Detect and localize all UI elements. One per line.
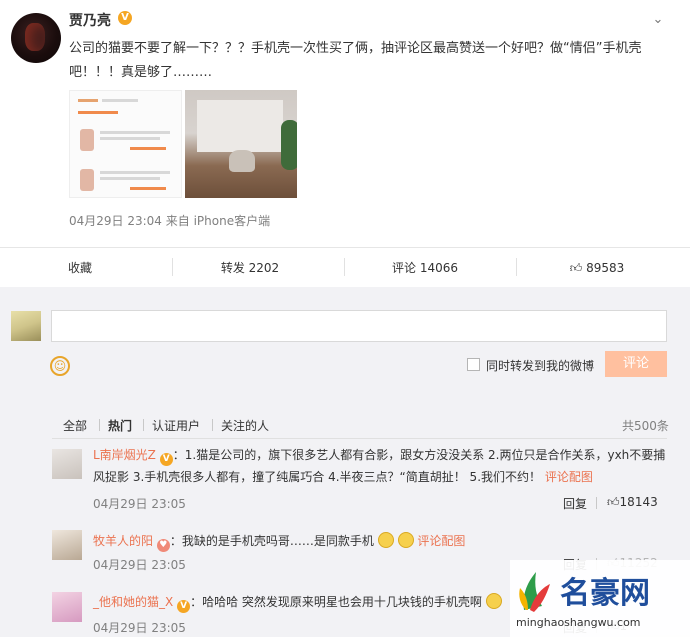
tab-following[interactable]: 关注的人 xyxy=(221,417,269,434)
author-name[interactable]: 贾乃亮 xyxy=(69,10,111,30)
divider xyxy=(99,419,100,431)
avatar[interactable] xyxy=(52,449,82,479)
watermark-url: minghaoshangwu.com xyxy=(516,616,641,629)
comment-text: ：哈哈哈 突然发现原来明星也会用十几块钱的手机壳啊 xyxy=(190,595,482,609)
divider xyxy=(143,419,144,431)
heart-badge-icon: ♥ xyxy=(156,539,170,552)
post-text: 公司的猫要不要了解一下？？？手机壳一次性买了俩，抽评论区最高赞送一个好吧？做“情… xyxy=(69,41,642,80)
comment-count: 共500条 xyxy=(622,419,669,433)
list-item: 牧羊人的阳 ♥ ：我缺的是手机壳吗哥……是同款手机 评论配图 xyxy=(93,530,683,552)
verified-badge-icon: V xyxy=(159,453,173,466)
verified-badge-icon: V xyxy=(118,11,132,25)
like-button[interactable]: 👍︎ 89583 xyxy=(562,256,632,280)
comment-text: ：我缺的是手机壳吗哥……是同款手机 xyxy=(169,534,374,548)
comment-timestamp: 04月29日 23:05 xyxy=(93,621,186,635)
submit-comment-button[interactable]: 评论 xyxy=(605,351,667,377)
divider xyxy=(344,258,345,276)
comment-image-link[interactable]: 评论配图 xyxy=(545,470,593,484)
laugh-emoji-icon xyxy=(485,593,502,609)
collect-button[interactable]: 收藏 xyxy=(40,256,120,280)
comment-like-button[interactable]: 👍︎18143 xyxy=(607,495,658,510)
verified-badge-icon: V xyxy=(177,600,191,613)
avatar[interactable] xyxy=(52,592,82,622)
divider xyxy=(52,438,667,439)
author-avatar[interactable] xyxy=(11,13,61,63)
post-timestamp: 04月29日 23:04 来自 iPhone客户端 xyxy=(69,214,271,228)
comment-timestamp: 04月29日 23:05 xyxy=(93,497,186,511)
comment-text: 风捉影 3.手机壳很多人都有，撞了纯属巧合 4.半夜三点？“简直胡扯！ 5.我们… xyxy=(93,470,542,484)
chevron-down-icon[interactable]: ⌄ xyxy=(650,12,666,28)
like-count: 18143 xyxy=(619,495,658,509)
comment-username[interactable]: L南岸烟光Z xyxy=(93,448,156,462)
repost-checkbox[interactable] xyxy=(467,358,480,371)
reply-button[interactable]: 回复 xyxy=(563,495,587,512)
repost-label: 同时转发到我的微博 xyxy=(486,359,595,373)
my-avatar xyxy=(11,311,41,341)
divider xyxy=(172,258,173,276)
comment-input[interactable] xyxy=(51,310,667,342)
comment-button[interactable]: 评论 14066 xyxy=(380,256,470,280)
site-watermark: 名豪网 minghaoshangwu.com xyxy=(510,560,690,637)
like-count: 89583 xyxy=(586,261,625,275)
divider xyxy=(0,247,690,248)
leaf-logo-icon xyxy=(519,572,550,612)
tab-all[interactable]: 全部 xyxy=(63,417,87,434)
post-image-cat[interactable] xyxy=(185,90,297,198)
watermark-title: 名豪网 xyxy=(560,576,650,611)
thumbs-up-icon: 👍︎ xyxy=(607,495,620,509)
thumbs-up-icon: 👍︎ xyxy=(569,261,583,275)
divider xyxy=(596,497,597,509)
avatar[interactable] xyxy=(52,530,82,560)
comment-text: ：1.猫是公司的，旗下很多艺人都有合影，跟女方没没关系 2.两位只是合作关系，y… xyxy=(172,448,666,462)
divider xyxy=(212,419,213,431)
divider xyxy=(516,258,517,276)
comment-image-link[interactable]: 评论配图 xyxy=(417,534,465,548)
emoji-icon[interactable]: ☺ xyxy=(50,356,70,376)
smile-emoji-icon xyxy=(397,532,414,548)
repost-button[interactable]: 转发 2202 xyxy=(210,256,290,280)
comment-username[interactable]: _他和她的猫_X xyxy=(93,595,173,609)
comment-timestamp: 04月29日 23:05 xyxy=(93,558,186,572)
post-image-screenshot[interactable] xyxy=(69,90,182,198)
list-item: L南岸烟光Z V ：1.猫是公司的，旗下很多艺人都有合影，跟女方没没关系 2.两位… xyxy=(93,444,683,488)
comment-username[interactable]: 牧羊人的阳 xyxy=(93,534,153,548)
tab-verified[interactable]: 认证用户 xyxy=(152,417,200,434)
smile-emoji-icon xyxy=(377,532,394,548)
tab-hot[interactable]: 热门 xyxy=(108,417,132,434)
